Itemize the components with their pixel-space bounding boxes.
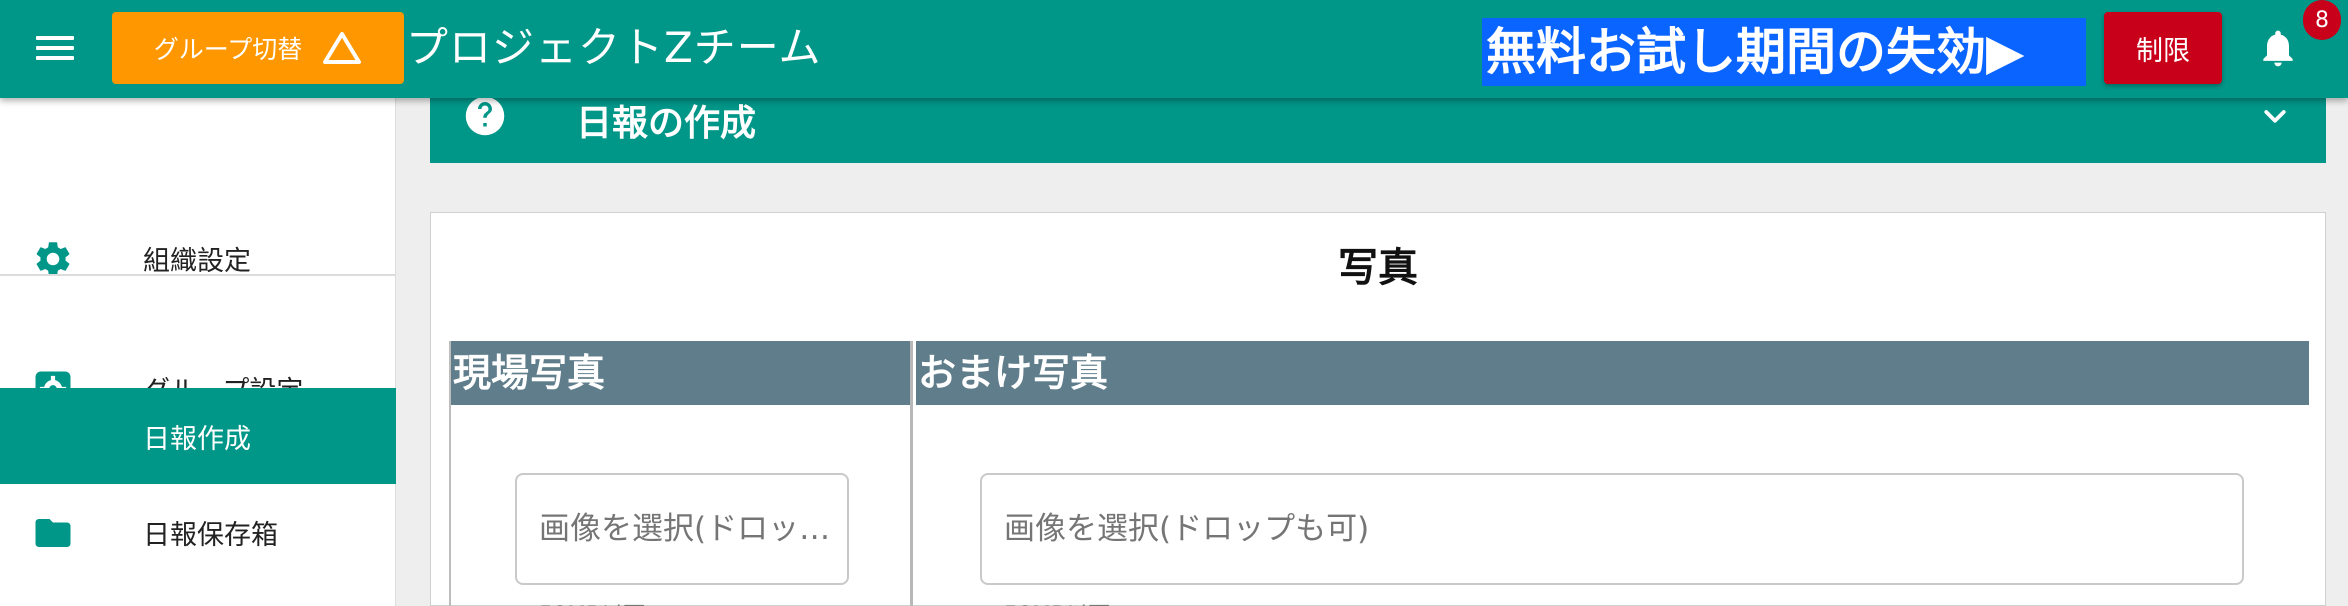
folder-icon	[35, 519, 71, 547]
menu-icon[interactable]	[28, 28, 82, 68]
warning-triangle-icon	[323, 32, 362, 64]
sidebar-divider	[0, 274, 396, 276]
trial-expiry-notice[interactable]: 無料お試し期間の失効▶	[1482, 18, 2086, 86]
card-title: 写真	[1338, 245, 1418, 291]
column-header: おまけ写真	[916, 341, 2309, 405]
file-size-note: 50MB以下	[539, 597, 645, 606]
top-app-bar: グループ切替 プロジェクトZチーム 無料お試し期間の失効▶ 制限 8	[0, 0, 2348, 98]
sidebar-item-label: 組織設定	[143, 245, 251, 277]
photo-table: 現場写真 画像を選択(ドロップも可) 50MB以下 おまけ写真 画像を選択(ドロ…	[449, 341, 2309, 606]
section-title: 日報の作成	[576, 103, 757, 144]
daily-report-section-header[interactable]: 日報の作成	[430, 96, 2326, 163]
sidebar: 組織設定 グループ設定 日報作成 日報保存箱	[0, 98, 396, 606]
notification-bell-icon[interactable]	[2256, 26, 2300, 70]
bonus-photo-file-input[interactable]: 画像を選択(ドロップも可)	[980, 473, 2244, 585]
column-header: 現場写真	[451, 341, 910, 405]
photo-card: 写真 現場写真 画像を選択(ドロップも可) 50MB以下 おまけ写真 画像を選択…	[430, 212, 2326, 606]
file-size-note: 50MB以下	[1004, 597, 1110, 606]
bonus-photo-column: おまけ写真 画像を選択(ドロップも可) 50MB以下	[916, 341, 2309, 606]
site-photo-column: 現場写真 画像を選択(ドロップも可) 50MB以下	[451, 341, 913, 606]
notification-badge: 8	[2303, 0, 2341, 40]
sidebar-item-label: 日報保存箱	[143, 519, 278, 551]
team-name: プロジェクトZチーム	[406, 23, 822, 72]
group-switch-button[interactable]: グループ切替	[112, 12, 404, 84]
sidebar-item-daily-report-create[interactable]: 日報作成	[0, 388, 396, 484]
limit-button[interactable]: 制限	[2104, 12, 2222, 84]
chevron-down-icon	[2264, 110, 2286, 123]
sidebar-item-organization-settings[interactable]: 組織設定	[0, 210, 396, 306]
site-photo-file-input[interactable]: 画像を選択(ドロップも可)	[515, 473, 849, 585]
help-icon	[465, 96, 505, 136]
sidebar-item-daily-report-archive[interactable]: 日報保存箱	[0, 484, 396, 580]
sidebar-item-label: 日報作成	[143, 423, 251, 455]
group-switch-label: グループ切替	[153, 35, 303, 64]
